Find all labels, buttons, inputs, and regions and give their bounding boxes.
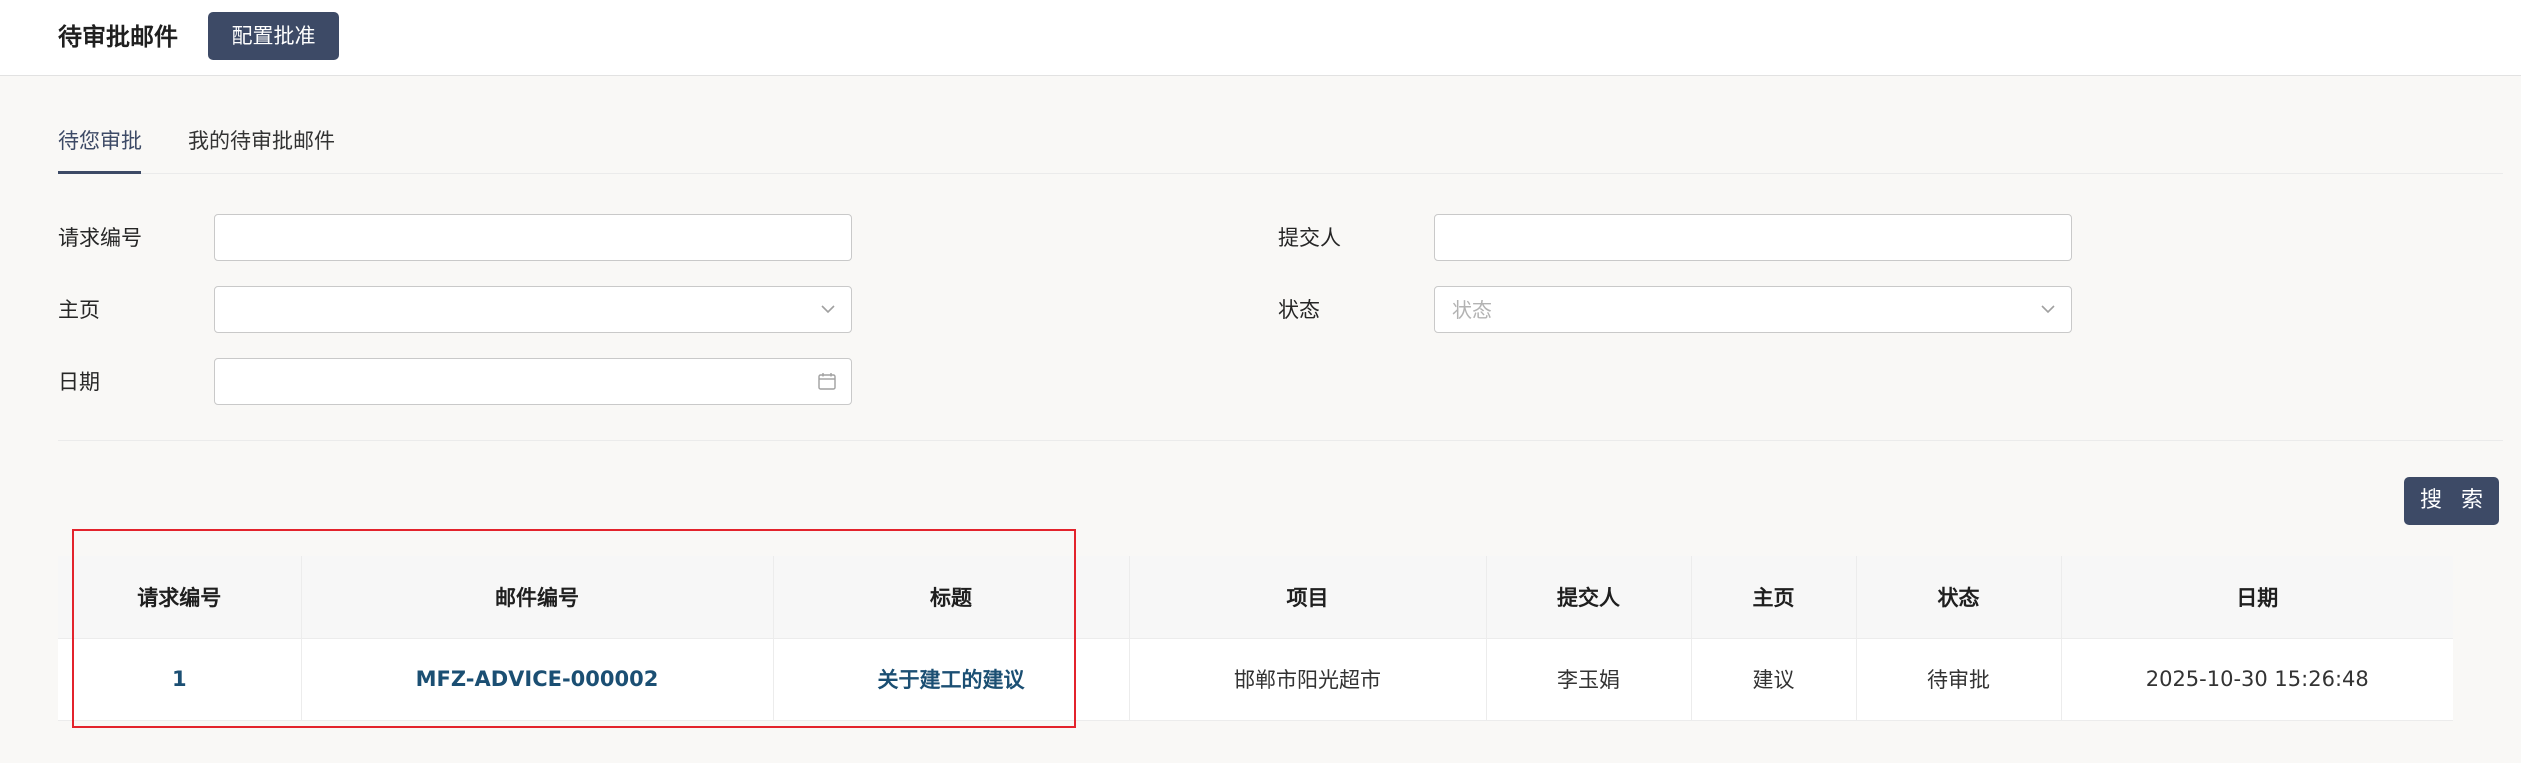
tabs-divider — [58, 173, 2503, 174]
cell-home: 建议 — [1691, 638, 1857, 721]
column-header-home[interactable]: 主页 — [1691, 556, 1857, 639]
approval-table: 请求编号 邮件编号 标题 项目 提交人 主页 状态 日期 1 MFZ-ADVIC… — [58, 556, 2453, 721]
cell-project: 邯郸市阳光超市 — [1129, 638, 1487, 721]
home-label: 主页 — [58, 298, 100, 322]
search-button[interactable]: 搜 索 — [2404, 477, 2499, 525]
column-header-project[interactable]: 项目 — [1129, 556, 1487, 639]
page-title: 待审批邮件 — [58, 23, 178, 51]
column-header-request-no[interactable]: 请求编号 — [58, 556, 302, 639]
column-header-status[interactable]: 状态 — [1856, 556, 2062, 639]
form-divider — [58, 440, 2503, 441]
submitter-input[interactable] — [1434, 214, 2072, 261]
active-tab-indicator — [58, 171, 141, 174]
home-select[interactable] — [214, 286, 852, 333]
table-header-row: 请求编号 邮件编号 标题 项目 提交人 主页 状态 日期 — [58, 556, 2453, 639]
date-picker[interactable] — [214, 358, 852, 405]
status-select[interactable]: 状态 — [1434, 286, 2072, 333]
submitter-label: 提交人 — [1278, 226, 1341, 250]
configure-approval-button[interactable]: 配置批准 — [208, 12, 339, 60]
column-header-submitter[interactable]: 提交人 — [1486, 556, 1692, 639]
cell-date: 2025-10-30 15:26:48 — [2061, 638, 2453, 721]
request-no-label: 请求编号 — [58, 226, 142, 250]
cell-submitter: 李玉娟 — [1486, 638, 1692, 721]
column-header-date[interactable]: 日期 — [2061, 556, 2453, 639]
page-header: 待审批邮件 配置批准 — [0, 0, 2521, 76]
cell-email-no[interactable]: MFZ-ADVICE-000002 — [301, 638, 774, 721]
column-header-title[interactable]: 标题 — [773, 556, 1130, 639]
column-header-email-no[interactable]: 邮件编号 — [301, 556, 774, 639]
calendar-icon — [818, 373, 836, 390]
table-row[interactable]: 1 MFZ-ADVICE-000002 关于建工的建议 邯郸市阳光超市 李玉娟 … — [58, 638, 2453, 721]
cell-status: 待审批 — [1856, 638, 2062, 721]
cell-request-no[interactable]: 1 — [58, 638, 302, 721]
chevron-down-icon — [2041, 305, 2055, 314]
tab-pending-my-approval[interactable]: 待您审批 — [58, 126, 142, 156]
request-no-input[interactable] — [214, 214, 852, 261]
status-placeholder: 状态 — [1452, 298, 1492, 322]
status-label: 状态 — [1278, 298, 1320, 322]
cell-title[interactable]: 关于建工的建议 — [773, 638, 1130, 721]
date-label: 日期 — [58, 370, 100, 394]
chevron-down-icon — [821, 305, 835, 314]
tab-my-pending-emails[interactable]: 我的待审批邮件 — [188, 126, 335, 156]
